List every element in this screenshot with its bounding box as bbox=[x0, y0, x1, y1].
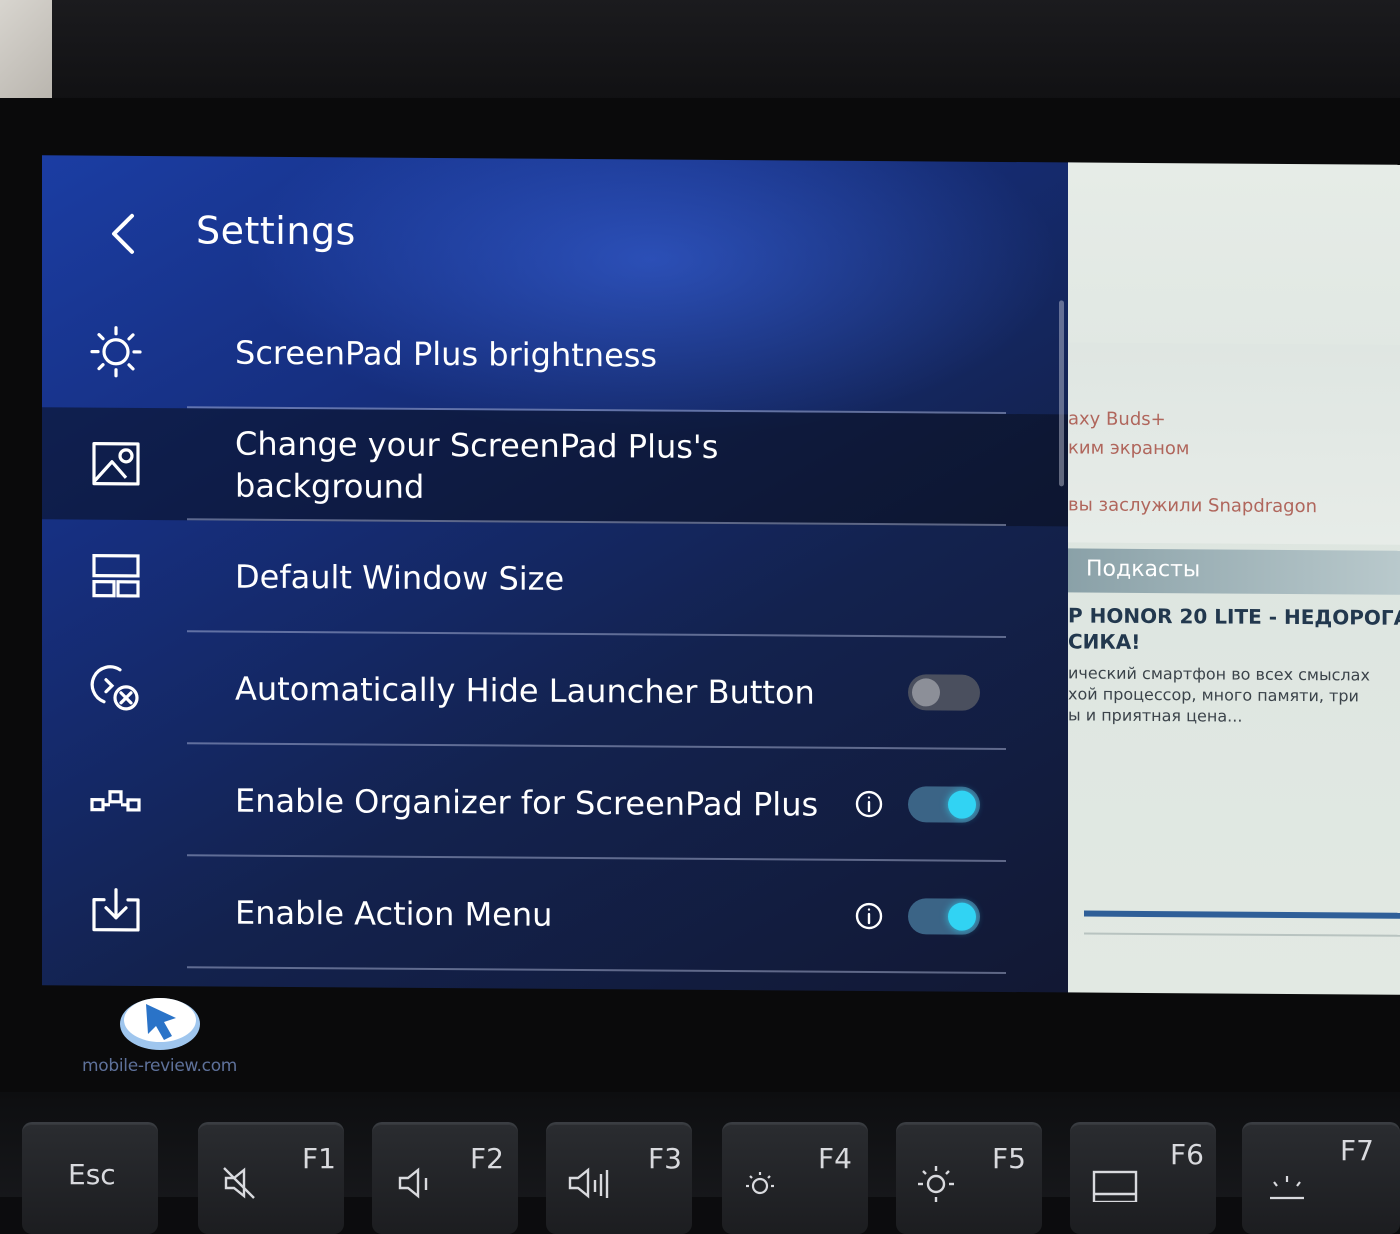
info-icon[interactable] bbox=[854, 901, 884, 931]
content-divider bbox=[1084, 933, 1400, 937]
teaser-line: хой процессор, много памяти, три bbox=[1068, 683, 1370, 706]
key-label: F5 bbox=[992, 1142, 1026, 1175]
key-f1[interactable]: F1 bbox=[198, 1122, 344, 1234]
setting-label: Enable Organizer for ScreenPad Plus bbox=[235, 745, 835, 861]
setting-enable-organizer[interactable]: Enable Organizer for ScreenPad Plus bbox=[42, 743, 1078, 862]
article-link[interactable]: ким экраном bbox=[1068, 437, 1189, 459]
backlight-icon bbox=[1264, 1162, 1310, 1202]
key-f2[interactable]: F2 bbox=[372, 1122, 518, 1234]
setting-label: Default Window Size bbox=[235, 521, 835, 637]
key-f3[interactable]: F3 bbox=[546, 1122, 692, 1234]
key-label: F1 bbox=[302, 1142, 336, 1175]
section-label[interactable]: Подкасты bbox=[1086, 557, 1200, 583]
brightness-up-icon bbox=[918, 1162, 964, 1202]
launcher-hide-icon bbox=[90, 662, 142, 714]
article-teaser: ический смартфон во всех смыслах хой про… bbox=[1068, 662, 1370, 727]
key-esc[interactable]: Esc bbox=[22, 1122, 158, 1234]
setting-label: Change your ScreenPad Plus's background bbox=[235, 409, 755, 525]
toggle-knob bbox=[948, 903, 976, 931]
headline-line: P HONOR 20 LITE - НЕДОРОГАЯ bbox=[1068, 602, 1400, 630]
key-label: F7 bbox=[1340, 1134, 1374, 1167]
enable-organizer-toggle[interactable] bbox=[908, 786, 980, 823]
key-f5[interactable]: F5 bbox=[896, 1122, 1042, 1234]
key-label: F3 bbox=[648, 1142, 682, 1175]
settings-header: Settings bbox=[42, 195, 1078, 282]
image-icon bbox=[90, 438, 142, 490]
keyboard: Esc F1 F2 F3 F4 F5 bbox=[0, 1092, 1400, 1197]
info-icon[interactable] bbox=[854, 789, 884, 819]
setting-label: ScreenPad Plus brightness bbox=[235, 297, 835, 413]
window-layout-icon bbox=[90, 550, 142, 602]
teaser-line: ический смартфон во всех смыслах bbox=[1068, 662, 1370, 685]
mute-icon bbox=[220, 1162, 266, 1202]
key-f6[interactable]: F6 bbox=[1070, 1122, 1216, 1234]
brightness-icon bbox=[90, 326, 142, 378]
browser-preview: axy Buds+ ким экраном вы заслужили Snapd… bbox=[1068, 162, 1400, 994]
setting-screenpad-brightness[interactable]: ScreenPad Plus brightness bbox=[42, 295, 1078, 414]
key-label: F6 bbox=[1170, 1138, 1204, 1171]
setting-auto-hide-launcher[interactable]: Automatically Hide Launcher Button bbox=[42, 631, 1078, 750]
watermark: mobile-review.com bbox=[82, 990, 242, 1082]
teaser-line: ы и приятная цена... bbox=[1068, 704, 1370, 727]
article-link[interactable]: axy Buds+ bbox=[1068, 408, 1166, 430]
mobile-review-logo bbox=[118, 990, 202, 1054]
chevron-left-icon bbox=[102, 208, 146, 260]
settings-scrollbar[interactable] bbox=[1059, 300, 1064, 486]
laptop-bezel-top bbox=[0, 0, 1400, 110]
toggle-knob bbox=[912, 678, 940, 706]
setting-label: Enable Action Menu bbox=[235, 857, 835, 973]
key-label: F2 bbox=[470, 1142, 504, 1175]
article-link[interactable]: вы заслужили Snapdragon bbox=[1068, 494, 1317, 517]
page-title: Settings bbox=[196, 208, 356, 253]
setting-enable-action-menu[interactable]: Enable Action Menu bbox=[42, 855, 1078, 974]
headline-line: СИКА! bbox=[1068, 628, 1400, 656]
article-headline[interactable]: P HONOR 20 LITE - НЕДОРОГАЯ СИКА! bbox=[1068, 602, 1400, 656]
settings-panel: Settings ScreenPad Plus brightness bbox=[42, 155, 1078, 992]
setting-default-window-size[interactable]: Default Window Size bbox=[42, 519, 1078, 638]
key-f4[interactable]: F4 bbox=[722, 1122, 868, 1234]
organizer-icon bbox=[90, 774, 142, 826]
volume-down-icon bbox=[394, 1162, 440, 1202]
key-label: F4 bbox=[818, 1142, 852, 1175]
action-menu-icon bbox=[90, 886, 142, 938]
touchpad-icon bbox=[1092, 1162, 1138, 1202]
key-label: Esc bbox=[68, 1158, 116, 1191]
screenpad-display: Settings ScreenPad Plus brightness bbox=[42, 155, 1400, 994]
setting-change-background[interactable]: Change your ScreenPad Plus's background bbox=[42, 407, 1078, 526]
volume-up-icon bbox=[568, 1162, 614, 1202]
setting-label: Automatically Hide Launcher Button bbox=[235, 633, 835, 749]
toggle-knob bbox=[948, 791, 976, 819]
background-surface bbox=[0, 0, 52, 100]
enable-action-menu-toggle[interactable] bbox=[908, 898, 980, 935]
key-f7[interactable]: F7 bbox=[1242, 1122, 1400, 1234]
brightness-down-icon bbox=[744, 1162, 790, 1202]
section-strip: Подкасты bbox=[1068, 548, 1400, 594]
auto-hide-launcher-toggle[interactable] bbox=[908, 674, 980, 711]
settings-list: ScreenPad Plus brightness Change your Sc… bbox=[42, 295, 1078, 974]
back-button[interactable] bbox=[102, 208, 146, 260]
content-divider bbox=[1084, 911, 1400, 919]
watermark-text: mobile-review.com bbox=[82, 1056, 237, 1076]
